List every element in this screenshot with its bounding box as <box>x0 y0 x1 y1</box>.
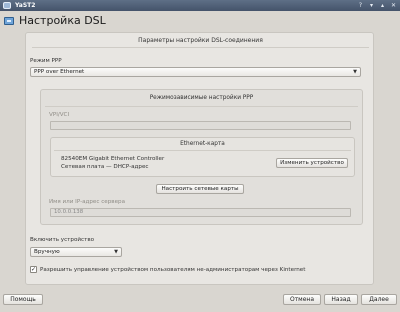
minimize-icon[interactable]: ▾ <box>368 2 375 9</box>
ppp-mode-label: Режим PPP <box>30 58 62 64</box>
server-label: Имя или IP-адрес сервера <box>49 199 126 205</box>
close-icon[interactable]: ✕ <box>390 2 397 9</box>
mode-settings-group: Режимозависимые настройки PPP VPI/VCI Et… <box>40 89 363 225</box>
section-title: Параметры настройки DSL-соединения <box>138 37 263 44</box>
page-title: Настройка DSL <box>19 14 106 27</box>
activate-value: Вручную <box>34 249 60 255</box>
ppp-mode-value: PPP over Ethernet <box>34 69 85 75</box>
title-bar: YaST2 ? ▾ ▴ ✕ <box>0 0 400 11</box>
chevron-down-icon: ▼ <box>114 249 118 255</box>
card-info: Сетевая плата — DHCP-адрес <box>61 164 149 170</box>
window-buttons: ? ▾ ▴ ✕ <box>357 2 397 9</box>
server-field[interactable]: 10.0.0.138 <box>50 208 351 217</box>
allow-users-checkbox[interactable]: ✓ <box>30 266 37 273</box>
separator <box>54 150 351 151</box>
back-button[interactable]: Назад <box>324 294 358 305</box>
change-device-button[interactable]: Изменить устройство <box>276 158 348 168</box>
separator <box>45 106 358 107</box>
activate-select[interactable]: Вручную ▼ <box>30 247 122 257</box>
ethernet-card-group: Ethernet-карта 82540EM Gigabit Ethernet … <box>50 137 355 177</box>
next-button[interactable]: Далее <box>361 294 397 305</box>
activate-label: Включить устройство <box>30 237 95 243</box>
vpi-field[interactable] <box>50 121 351 130</box>
main-panel: Параметры настройки DSL-соединения Режим… <box>25 32 374 285</box>
configure-cards-button[interactable]: Настроить сетевые карты <box>156 184 244 194</box>
chevron-down-icon: ▼ <box>353 69 357 75</box>
app-icon <box>3 2 11 9</box>
help-button[interactable]: Помощь <box>3 294 43 305</box>
mode-settings-title: Режимозависимые настройки PPP <box>149 95 254 101</box>
allow-users-label: Разрешить управление устройством пользов… <box>40 267 306 273</box>
separator <box>32 47 369 48</box>
vpi-label: VPI/VCI <box>49 112 70 118</box>
page-header: Настройка DSL <box>0 11 400 30</box>
maximize-icon[interactable]: ▴ <box>379 2 386 9</box>
help-icon[interactable]: ? <box>357 2 364 9</box>
cancel-button[interactable]: Отмена <box>283 294 321 305</box>
card-name: 82540EM Gigabit Ethernet Controller <box>61 156 165 162</box>
ppp-mode-select[interactable]: PPP over Ethernet ▼ <box>30 67 361 77</box>
ethernet-card-title: Ethernet-карта <box>180 141 225 147</box>
window-title: YaST2 <box>15 2 36 9</box>
network-card-icon <box>4 16 14 25</box>
